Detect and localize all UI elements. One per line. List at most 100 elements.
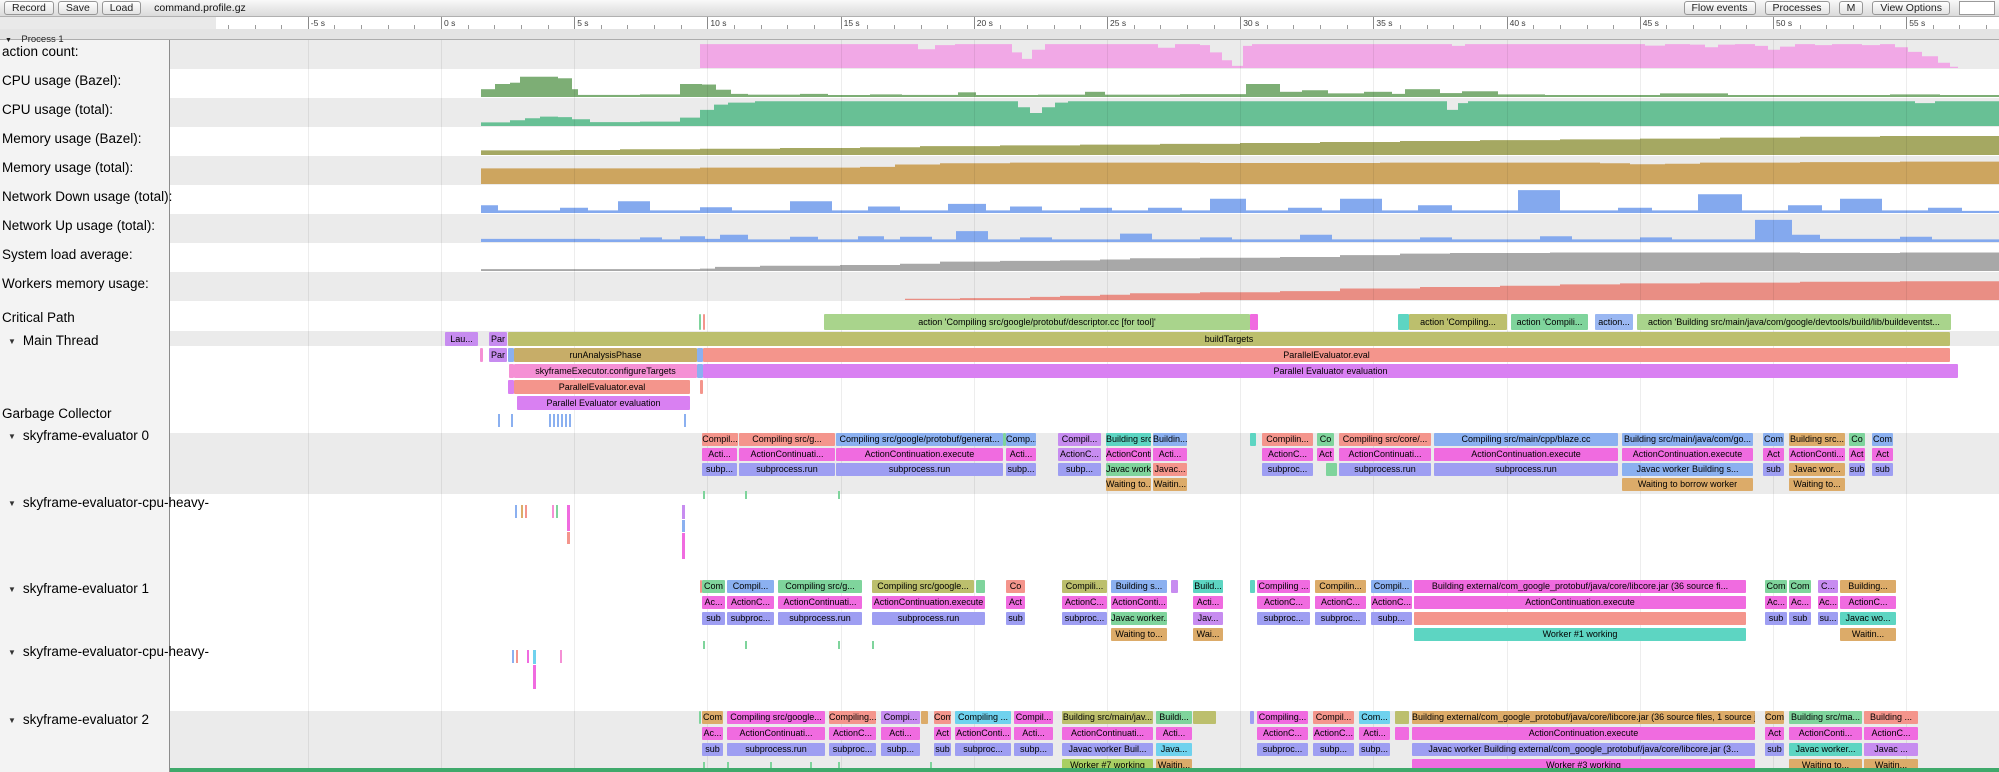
trace-event-slice[interactable]: Compilin...: [1262, 433, 1313, 446]
trace-event-slice[interactable]: sub: [1765, 743, 1784, 756]
trace-event-slice[interactable]: Par: [489, 332, 507, 346]
trace-event-slice[interactable]: Buildin...: [1153, 433, 1187, 446]
trace-event-slice[interactable]: Act: [1763, 448, 1784, 461]
trace-event-slice[interactable]: Compiling src/main/cpp/blaze.cc: [1434, 433, 1618, 446]
trace-event-slice[interactable]: Building external/com_google_protobuf/ja…: [1412, 711, 1755, 724]
trace-event-slice[interactable]: [700, 380, 703, 394]
search-box[interactable]: [1959, 1, 1995, 15]
trace-event-slice[interactable]: sub: [702, 743, 723, 756]
instant-event-tick[interactable]: [561, 414, 563, 427]
trace-event-slice[interactable]: ActionContinuation.execute: [1434, 448, 1618, 461]
trace-event-slice[interactable]: Com: [1765, 580, 1787, 593]
instant-event-tick[interactable]: [533, 650, 536, 664]
trace-event-slice[interactable]: Compiling src/g...: [739, 433, 835, 446]
trace-event-slice[interactable]: runAnalysisPhase: [514, 348, 697, 362]
trace-event-slice[interactable]: Compil...: [1313, 711, 1354, 724]
trace-event-slice[interactable]: Waiting to borrow worker: [1622, 478, 1753, 491]
collapse-arrow-icon[interactable]: ▼: [8, 432, 16, 441]
trace-event-slice[interactable]: subp...: [881, 743, 920, 756]
instant-event-tick[interactable]: [512, 650, 514, 663]
collapse-arrow-icon[interactable]: ▼: [8, 337, 16, 346]
collapse-arrow-icon[interactable]: ▼: [8, 648, 16, 657]
trace-event-slice[interactable]: [1193, 711, 1216, 724]
trace-event-slice[interactable]: subproc...: [1062, 612, 1107, 625]
trace-event-slice[interactable]: Ac...: [1789, 596, 1811, 609]
trace-event-slice[interactable]: Ac...: [702, 727, 723, 740]
trace-event-slice[interactable]: subproc...: [829, 743, 876, 756]
trace-event-slice[interactable]: Compilin...: [1315, 580, 1366, 593]
trace-event-slice[interactable]: Par: [489, 348, 507, 362]
trace-event-slice[interactable]: Ac...: [1818, 596, 1838, 609]
trace-event-slice[interactable]: [1398, 314, 1409, 330]
trace-event-slice[interactable]: Compiling...: [1257, 711, 1308, 724]
trace-event-slice[interactable]: Act: [1006, 596, 1025, 609]
metadata-button[interactable]: M: [1839, 1, 1864, 15]
trace-event-slice[interactable]: [699, 711, 701, 724]
trace-event-slice[interactable]: Comp...: [1006, 433, 1036, 446]
trace-event-slice[interactable]: Wai...: [1193, 628, 1223, 641]
trace-event-slice[interactable]: Co: [1849, 433, 1865, 446]
trace-event-slice[interactable]: Building s...: [1111, 580, 1167, 593]
record-button[interactable]: Record: [4, 1, 54, 15]
track-label-skyframe-evaluator-2[interactable]: ▼skyframe-evaluator 2: [8, 712, 149, 727]
trace-event-slice[interactable]: skyframeExecutor.configureTargets: [514, 364, 697, 378]
trace-event-slice[interactable]: Javac wor...: [1789, 463, 1845, 476]
instant-event-tick[interactable]: [703, 641, 705, 649]
trace-event-slice[interactable]: Javac ...: [1864, 743, 1918, 756]
trace-event-slice[interactable]: subproc...: [727, 612, 774, 625]
trace-event-slice[interactable]: Com: [702, 711, 723, 724]
instant-event-tick[interactable]: [553, 414, 555, 427]
trace-event-slice[interactable]: Javac worker Building external/com_googl…: [1412, 743, 1755, 756]
trace-event-slice[interactable]: ActionC...: [1864, 727, 1918, 740]
trace-event-slice[interactable]: Acti...: [1153, 448, 1187, 461]
trace-event-slice[interactable]: Compiling src/google...: [727, 711, 825, 724]
trace-event-slice[interactable]: ActionC...: [1062, 596, 1107, 609]
trace-event-slice[interactable]: Acti...: [1193, 596, 1223, 609]
trace-event-slice[interactable]: Compi...: [881, 711, 920, 724]
trace-event-slice[interactable]: sub: [702, 612, 725, 625]
trace-event-slice[interactable]: ParallelEvaluator.eval: [703, 348, 1950, 362]
trace-event-slice[interactable]: [1395, 727, 1409, 740]
trace-event-slice[interactable]: Com: [1789, 580, 1811, 593]
trace-event-slice[interactable]: ActionContinuati...: [727, 727, 825, 740]
trace-event-slice[interactable]: Compili...: [1062, 580, 1107, 593]
trace-event-slice[interactable]: Javac worker...: [1789, 743, 1862, 756]
instant-event-tick[interactable]: [567, 532, 570, 544]
trace-event-slice[interactable]: subproc...: [1257, 743, 1308, 756]
clipped-bottom-slice[interactable]: [170, 768, 1999, 772]
instant-event-tick[interactable]: [682, 533, 685, 559]
trace-event-slice[interactable]: Javac worker Buil...: [1062, 743, 1153, 756]
track-label-critical-path[interactable]: Critical Path: [2, 310, 75, 325]
trace-event-slice[interactable]: ActionC...: [1371, 596, 1412, 609]
trace-event-slice[interactable]: ActionConti...: [1106, 448, 1151, 461]
trace-event-slice[interactable]: su...: [1818, 612, 1838, 625]
trace-event-slice[interactable]: [976, 580, 985, 593]
instant-event-tick[interactable]: [533, 665, 536, 689]
track-label-skyframe-evaluator-cpu-heavy-[interactable]: ▼skyframe-evaluator-cpu-heavy-: [8, 495, 209, 510]
trace-event-slice[interactable]: subp...: [1313, 743, 1354, 756]
instant-event-tick[interactable]: [549, 414, 551, 427]
trace-event-slice[interactable]: subprocess.run: [1339, 463, 1431, 476]
trace-event-slice[interactable]: Ac...: [702, 596, 725, 609]
trace-event-slice[interactable]: Compiling src/g...: [778, 580, 862, 593]
instant-event-tick[interactable]: [557, 414, 559, 427]
trace-event-slice[interactable]: Build...: [1193, 580, 1223, 593]
trace-event-slice[interactable]: ActionContinuati...: [778, 596, 862, 609]
trace-event-slice[interactable]: ActionC...: [829, 727, 876, 740]
trace-event-slice[interactable]: subp...: [1014, 743, 1053, 756]
trace-event-slice[interactable]: ActionConti...: [1111, 596, 1167, 609]
trace-event-slice[interactable]: [480, 348, 483, 362]
trace-event-slice[interactable]: [1250, 433, 1256, 446]
track-label-skyframe-evaluator-0[interactable]: ▼skyframe-evaluator 0: [8, 428, 149, 443]
trace-event-slice[interactable]: sub: [1006, 612, 1025, 625]
trace-event-slice[interactable]: Compiling src/core/...: [1339, 433, 1431, 446]
trace-event-slice[interactable]: Building src...: [1106, 433, 1151, 446]
trace-event-slice[interactable]: sub: [934, 743, 951, 756]
trace-event-slice[interactable]: Building src/main/java/com/go...: [1622, 433, 1753, 446]
trace-event-slice[interactable]: ActionContinuation.execute: [1622, 448, 1753, 461]
trace-event-slice[interactable]: subprocess.run: [778, 612, 862, 625]
trace-event-slice[interactable]: [921, 711, 928, 724]
save-button[interactable]: Save: [58, 1, 98, 15]
instant-event-tick[interactable]: [569, 414, 571, 427]
load-button[interactable]: Load: [102, 1, 141, 15]
